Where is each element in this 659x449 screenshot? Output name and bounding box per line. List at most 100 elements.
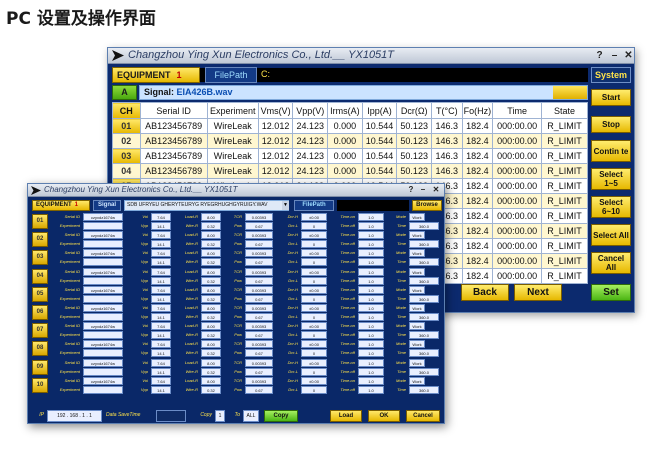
vpp-input[interactable]: 14.1 [151, 240, 171, 249]
table-row[interactable]: 03 AB123456789 WireLeak 12.012 24.123 0.000 10… [112, 148, 588, 164]
vol-input[interactable]: 7.64 [151, 358, 171, 367]
time-off-input[interactable]: 1.0 [358, 258, 384, 267]
dcr-l-input[interactable]: 0 [301, 385, 327, 394]
cancel-button[interactable]: Cancel [406, 410, 440, 422]
tcr-input[interactable]: 0.00393 [245, 358, 273, 367]
pow-input[interactable]: 0.67 [245, 367, 273, 376]
table-row[interactable]: 01 AB123456789 WireLeak 12.012 24.123 0.000 10… [112, 118, 588, 134]
vpp-input[interactable]: 14.1 [151, 367, 171, 376]
load-r-input[interactable]: 8.00 [201, 340, 221, 349]
serial-id-input[interactable]: czyxdz1674w [83, 249, 123, 258]
select-all-button[interactable]: Select All [591, 224, 631, 246]
serial-id-input[interactable]: czyxdz1674w [83, 231, 123, 240]
channel-button[interactable]: 06 [32, 305, 48, 320]
tcr-input[interactable]: 0.00393 [245, 249, 273, 258]
serial-id-input[interactable]: czyxdz1674w [83, 267, 123, 276]
vol-input[interactable]: 7.64 [151, 231, 171, 240]
experiment-input[interactable] [83, 349, 123, 358]
close-button[interactable]: ✕ [431, 185, 441, 195]
mode-select[interactable]: Work [409, 213, 425, 221]
pow-input[interactable]: 0.67 [245, 294, 273, 303]
channel-button[interactable]: 02 [32, 232, 48, 248]
channel-cell[interactable]: 02 [112, 133, 141, 149]
ip-input[interactable]: 192 . 168 . 1 . 1 [47, 410, 102, 422]
signal-select[interactable]: SDB UFRYEU GHERYTEURYG RYEGRHUGHGYRUIGY.… [124, 200, 289, 211]
time-input[interactable]: 360.0 [409, 367, 439, 376]
load-r-input[interactable]: 8.00 [201, 231, 221, 240]
experiment-input[interactable] [83, 367, 123, 376]
load-r-input[interactable]: 8.00 [201, 304, 221, 312]
experiment-input[interactable] [83, 385, 123, 394]
dcr-l-input[interactable]: 0 [301, 367, 327, 376]
vol-input[interactable]: 7.64 [151, 322, 171, 331]
copy-button[interactable]: Copy [264, 410, 298, 422]
dcr-l-input[interactable]: 0 [301, 276, 327, 285]
wire-r-input[interactable]: 0.32 [201, 276, 221, 285]
vol-input[interactable]: 7.64 [151, 304, 171, 312]
pow-input[interactable]: 0.67 [245, 331, 273, 340]
mode-select[interactable]: Work [409, 376, 425, 385]
time-off-input[interactable]: 1.0 [358, 294, 384, 303]
dcr-l-input[interactable]: 0 [301, 349, 327, 358]
continue-button[interactable]: Contin te [591, 140, 631, 162]
time-input[interactable]: 360.0 [409, 240, 439, 249]
mode-select[interactable]: Work [409, 358, 425, 367]
vpp-input[interactable]: 14.1 [151, 276, 171, 285]
load-button[interactable]: Load [330, 410, 362, 422]
cancel-all-button[interactable]: Cancel All [591, 252, 631, 274]
serial-id-input[interactable]: czyxdz1674w [83, 304, 123, 312]
wire-r-input[interactable]: 0.32 [201, 258, 221, 267]
dcr-h-input[interactable]: ±0.00 [301, 358, 327, 367]
filepath-value[interactable]: C: [261, 69, 270, 79]
channel-button[interactable]: 09 [32, 359, 48, 375]
dcr-h-input[interactable]: ±0.00 [301, 213, 327, 221]
tcr-input[interactable]: 0.00393 [245, 304, 273, 312]
dcr-l-input[interactable]: 0 [301, 222, 327, 230]
time-on-input[interactable]: 1.0 [358, 249, 384, 258]
vol-input[interactable]: 7.64 [151, 376, 171, 385]
load-r-input[interactable]: 8.00 [201, 249, 221, 258]
dcr-l-input[interactable]: 0 [301, 258, 327, 267]
pow-input[interactable]: 0.67 [245, 222, 273, 230]
serial-id-input[interactable]: czyxdz1674w [83, 340, 123, 349]
channel-cell[interactable]: 04 [112, 163, 141, 179]
wire-r-input[interactable]: 0.32 [201, 294, 221, 303]
tcr-input[interactable]: 0.00393 [245, 231, 273, 240]
dcr-h-input[interactable]: ±0.00 [301, 231, 327, 240]
wire-r-input[interactable]: 0.32 [201, 313, 221, 321]
time-off-input[interactable]: 1.0 [358, 313, 384, 321]
vol-input[interactable]: 7.64 [151, 285, 171, 294]
time-off-input[interactable]: 1.0 [358, 367, 384, 376]
back-button[interactable]: Back [461, 284, 509, 301]
wire-r-input[interactable]: 0.32 [201, 367, 221, 376]
tcr-input[interactable]: 0.00393 [245, 267, 273, 276]
wire-r-input[interactable]: 0.32 [201, 349, 221, 358]
dcr-h-input[interactable]: ±0.00 [301, 376, 327, 385]
time-off-input[interactable]: 1.0 [358, 385, 384, 394]
mode-select[interactable]: Work [409, 304, 425, 312]
time-input[interactable]: 360.0 [409, 276, 439, 285]
channel-cell[interactable]: 03 [112, 148, 141, 164]
chevron-down-icon[interactable]: ▼ [282, 201, 289, 210]
time-on-input[interactable]: 1.0 [358, 376, 384, 385]
channel-button[interactable]: 01 [32, 214, 48, 229]
time-input[interactable]: 360.0 [409, 331, 439, 340]
minimize-button[interactable]: – [608, 49, 621, 62]
equipment-selector[interactable]: EQUIPMENT 1 [32, 200, 90, 211]
time-input[interactable]: 360.0 [409, 385, 439, 394]
load-r-input[interactable]: 8.00 [201, 267, 221, 276]
start-button[interactable]: Start [591, 89, 631, 106]
mode-select[interactable]: Work [409, 249, 425, 258]
vol-input[interactable]: 7.64 [151, 213, 171, 221]
load-r-input[interactable]: 8.00 [201, 322, 221, 331]
time-off-input[interactable]: 1.0 [358, 331, 384, 340]
ok-button[interactable]: OK [368, 410, 400, 422]
filepath-input[interactable] [337, 200, 409, 211]
pow-input[interactable]: 0.67 [245, 385, 273, 394]
mode-select[interactable]: Work [409, 267, 425, 276]
serial-id-input[interactable]: czyxdz1674w [83, 285, 123, 294]
copy-from-select[interactable]: 1 [215, 410, 225, 422]
channel-button[interactable]: 07 [32, 323, 48, 339]
wire-r-input[interactable]: 0.32 [201, 222, 221, 230]
channel-button[interactable]: 03 [32, 250, 48, 266]
